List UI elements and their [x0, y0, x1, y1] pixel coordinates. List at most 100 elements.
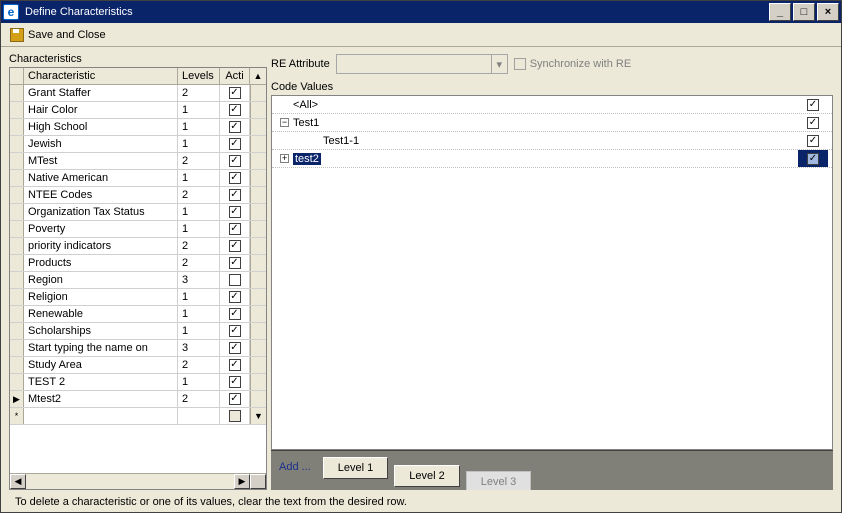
- cell-characteristic[interactable]: priority indicators: [24, 238, 178, 254]
- active-checkbox[interactable]: ✓: [229, 155, 241, 167]
- new-row[interactable]: *▼: [10, 408, 266, 425]
- cell-levels[interactable]: 3: [178, 272, 220, 288]
- row-header[interactable]: [10, 255, 24, 271]
- col-active[interactable]: Acti: [220, 68, 250, 84]
- cell-characteristic[interactable]: NTEE Codes: [24, 187, 178, 203]
- cell-active[interactable]: ✓: [220, 153, 250, 169]
- cell-characteristic[interactable]: TEST 2: [24, 374, 178, 390]
- synchronize-with-re-checkbox[interactable]: Synchronize with RE: [514, 58, 632, 70]
- cell-characteristic[interactable]: Organization Tax Status: [24, 204, 178, 220]
- tree-node[interactable]: +test2✓: [272, 150, 832, 168]
- col-levels[interactable]: Levels: [178, 68, 220, 84]
- table-row[interactable]: Renewable1✓: [10, 306, 266, 323]
- cell-active[interactable]: ✓: [220, 221, 250, 237]
- cell-levels[interactable]: 1: [178, 170, 220, 186]
- cell-levels[interactable]: 1: [178, 374, 220, 390]
- expand-icon[interactable]: +: [280, 154, 289, 163]
- cell-active[interactable]: ✓: [220, 238, 250, 254]
- cell-active[interactable]: ✓: [220, 323, 250, 339]
- active-checkbox[interactable]: ✓: [229, 206, 241, 218]
- cell-active[interactable]: ✓: [220, 340, 250, 356]
- cell-characteristic[interactable]: High School: [24, 119, 178, 135]
- cell-levels[interactable]: 1: [178, 289, 220, 305]
- table-row[interactable]: Organization Tax Status1 ✓: [10, 204, 266, 221]
- tree-node[interactable]: Test1-1✓: [272, 132, 832, 150]
- code-values-tree[interactable]: <All>✓−Test1✓Test1-1✓+test2✓: [271, 95, 833, 450]
- re-attribute-combo[interactable]: ▾: [336, 54, 508, 74]
- save-and-close-button[interactable]: Save and Close: [5, 25, 110, 45]
- active-checkbox[interactable]: [229, 274, 241, 286]
- cell-characteristic[interactable]: Jewish: [24, 136, 178, 152]
- cell-levels[interactable]: 1: [178, 204, 220, 220]
- table-row[interactable]: Poverty1✓: [10, 221, 266, 238]
- cell-levels[interactable]: 2: [178, 153, 220, 169]
- cell-characteristic[interactable]: Grant Staffer: [24, 85, 178, 101]
- cell-levels[interactable]: 2: [178, 255, 220, 271]
- cell-active[interactable]: ✓: [220, 119, 250, 135]
- table-row[interactable]: ▶Mtest22✓: [10, 391, 266, 408]
- cell-levels[interactable]: 1: [178, 136, 220, 152]
- cell-levels[interactable]: 1: [178, 221, 220, 237]
- tree-node-checkbox[interactable]: ✓: [798, 150, 828, 167]
- cell-characteristic[interactable]: Poverty: [24, 221, 178, 237]
- tree-node-checkbox[interactable]: ✓: [798, 117, 828, 129]
- active-checkbox[interactable]: ✓: [229, 87, 241, 99]
- row-header[interactable]: [10, 170, 24, 186]
- row-header[interactable]: [10, 85, 24, 101]
- cell-active[interactable]: ✓: [220, 306, 250, 322]
- cell-characteristic[interactable]: Start typing the name on: [24, 340, 178, 356]
- active-checkbox[interactable]: ✓: [229, 138, 241, 150]
- characteristics-grid[interactable]: Characteristic Levels Acti ▲ Grant Staff…: [9, 67, 267, 490]
- active-checkbox[interactable]: ✓: [229, 121, 241, 133]
- tree-node-checkbox[interactable]: ✓: [798, 135, 828, 147]
- row-header[interactable]: [10, 323, 24, 339]
- tree-node[interactable]: <All>✓: [272, 96, 832, 114]
- cell-active[interactable]: ✓: [220, 187, 250, 203]
- active-checkbox[interactable]: ✓: [229, 104, 241, 116]
- cell-levels[interactable]: 1: [178, 306, 220, 322]
- table-row[interactable]: Start typing the name on3 ✓: [10, 340, 266, 357]
- cell-levels[interactable]: 2: [178, 238, 220, 254]
- cell-levels[interactable]: 2: [178, 187, 220, 203]
- cell-active[interactable]: ✓: [220, 102, 250, 118]
- table-row[interactable]: Study Area2✓: [10, 357, 266, 374]
- active-checkbox[interactable]: [229, 410, 241, 422]
- cell-characteristic[interactable]: Religion: [24, 289, 178, 305]
- row-header[interactable]: [10, 357, 24, 373]
- cell-active[interactable]: ✓: [220, 391, 250, 407]
- table-row[interactable]: Region3: [10, 272, 266, 289]
- active-checkbox[interactable]: ✓: [229, 393, 241, 405]
- row-header[interactable]: [10, 102, 24, 118]
- cell-characteristic[interactable]: Renewable: [24, 306, 178, 322]
- cell-levels[interactable]: 1: [178, 102, 220, 118]
- cell-characteristic[interactable]: Study Area: [24, 357, 178, 373]
- cell-characteristic[interactable]: MTest: [24, 153, 178, 169]
- cell-levels[interactable]: 2: [178, 85, 220, 101]
- row-header[interactable]: [10, 221, 24, 237]
- collapse-icon[interactable]: −: [280, 118, 289, 127]
- cell-levels[interactable]: 1: [178, 323, 220, 339]
- active-checkbox[interactable]: ✓: [229, 376, 241, 388]
- row-header[interactable]: *: [10, 408, 24, 424]
- cell-active[interactable]: [220, 272, 250, 288]
- row-header[interactable]: [10, 153, 24, 169]
- row-header[interactable]: [10, 187, 24, 203]
- cell-characteristic[interactable]: Region: [24, 272, 178, 288]
- table-row[interactable]: priority indicators2✓: [10, 238, 266, 255]
- row-header[interactable]: [10, 136, 24, 152]
- table-row[interactable]: Jewish1 ✓: [10, 136, 266, 153]
- scroll-up-button[interactable]: ▲: [250, 68, 266, 84]
- cell-characteristic[interactable]: Mtest2: [24, 391, 178, 407]
- cell-active[interactable]: ✓: [220, 255, 250, 271]
- cell-characteristic[interactable]: Native American: [24, 170, 178, 186]
- cell-levels[interactable]: 3: [178, 340, 220, 356]
- tree-node[interactable]: −Test1✓: [272, 114, 832, 132]
- active-checkbox[interactable]: ✓: [229, 291, 241, 303]
- cell-active[interactable]: ✓: [220, 289, 250, 305]
- table-row[interactable]: Grant Staffer2 ✓: [10, 85, 266, 102]
- active-checkbox[interactable]: ✓: [229, 342, 241, 354]
- row-header[interactable]: [10, 289, 24, 305]
- cell-active[interactable]: ✓: [220, 374, 250, 390]
- table-row[interactable]: High School1 ✓: [10, 119, 266, 136]
- cell-levels[interactable]: 1: [178, 119, 220, 135]
